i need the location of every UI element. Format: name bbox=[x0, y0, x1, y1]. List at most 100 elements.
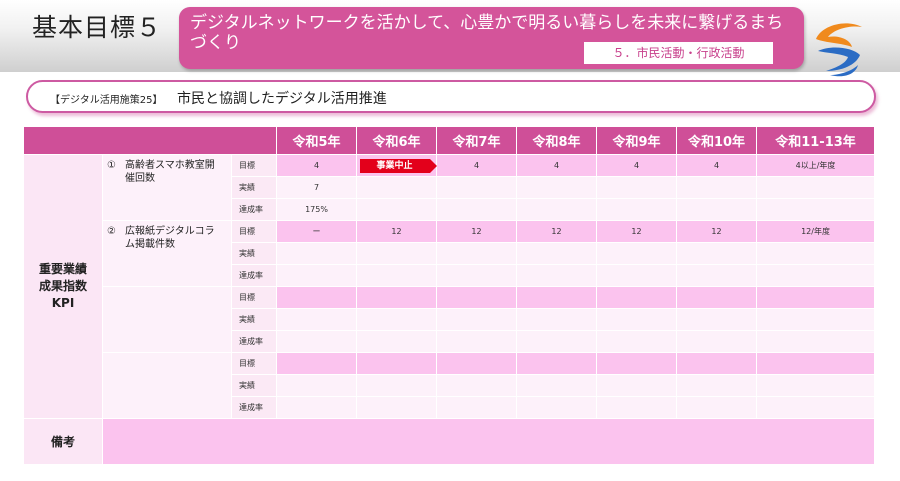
year-header: 令和5年 bbox=[277, 127, 358, 155]
cell bbox=[357, 177, 438, 199]
cell bbox=[597, 375, 678, 397]
cell bbox=[757, 397, 876, 419]
cell bbox=[517, 199, 598, 221]
cell bbox=[677, 375, 758, 397]
cell bbox=[757, 309, 876, 331]
kpi-item-3 bbox=[103, 287, 232, 353]
cell bbox=[357, 199, 438, 221]
remarks-row: 備考 bbox=[24, 419, 876, 465]
cell bbox=[517, 375, 598, 397]
cell bbox=[277, 287, 358, 309]
cell bbox=[517, 287, 598, 309]
goal-label: 基本目標５ bbox=[32, 13, 163, 42]
cell bbox=[437, 199, 518, 221]
cell bbox=[437, 309, 518, 331]
cell bbox=[597, 397, 678, 419]
cell bbox=[517, 243, 598, 265]
measure-bar: 【デジタル活用施策25】 市民と協調したデジタル活用推進 bbox=[26, 80, 876, 113]
cell bbox=[757, 331, 876, 353]
cell bbox=[757, 265, 876, 287]
table-row: ② 広報紙デジタルコラム掲載件数 目標 ー 12 12 12 12 12 12/年… bbox=[24, 221, 876, 287]
cell bbox=[437, 265, 518, 287]
row-label-rate: 達成率 bbox=[232, 265, 278, 287]
cell bbox=[357, 287, 438, 309]
cell bbox=[517, 331, 598, 353]
cell bbox=[677, 397, 758, 419]
row-label-target: 目標 bbox=[232, 221, 278, 243]
cell bbox=[677, 309, 758, 331]
cell: 4 bbox=[597, 155, 678, 177]
year-header: 令和10年 bbox=[677, 127, 758, 155]
cell: 4 bbox=[517, 155, 598, 177]
cell bbox=[437, 287, 518, 309]
cell bbox=[597, 331, 678, 353]
cell bbox=[757, 375, 876, 397]
cell: 12 bbox=[357, 221, 438, 243]
measure-title: 市民と協調したデジタル活用推進 bbox=[177, 91, 387, 107]
cell bbox=[277, 397, 358, 419]
cell bbox=[517, 353, 598, 375]
row-label-actual: 実績 bbox=[232, 177, 278, 199]
goal-banner: デジタルネットワークを活かして、心豊かで明るい暮らしを未来に繋げるまちづくり ５… bbox=[179, 7, 804, 69]
cell: 4以上/年度 bbox=[757, 155, 876, 177]
remarks-content bbox=[103, 419, 876, 465]
cell bbox=[357, 331, 438, 353]
kpi-label: 重要業績 成果指数 KPI bbox=[24, 155, 103, 419]
year-header: 令和9年 bbox=[597, 127, 678, 155]
cell bbox=[517, 309, 598, 331]
cell bbox=[597, 265, 678, 287]
cell bbox=[277, 309, 358, 331]
cell: 事業中止 bbox=[357, 155, 438, 177]
year-header: 令和7年 bbox=[437, 127, 518, 155]
cell bbox=[757, 243, 876, 265]
row-label-rate: 達成率 bbox=[232, 397, 278, 419]
cell bbox=[357, 375, 438, 397]
cell: 4 bbox=[677, 155, 758, 177]
cell bbox=[757, 177, 876, 199]
cell: 12 bbox=[677, 221, 758, 243]
cell bbox=[357, 397, 438, 419]
city-logo-icon bbox=[816, 23, 862, 77]
cell bbox=[517, 265, 598, 287]
cell bbox=[597, 199, 678, 221]
cell bbox=[277, 353, 358, 375]
cell bbox=[357, 309, 438, 331]
year-header: 令和11-13年 bbox=[757, 127, 876, 155]
row-label-target: 目標 bbox=[232, 353, 278, 375]
remarks-label: 備考 bbox=[24, 419, 103, 465]
year-header: 令和6年 bbox=[357, 127, 438, 155]
cell: 4 bbox=[277, 155, 358, 177]
cell bbox=[597, 177, 678, 199]
table-row: 目標 bbox=[24, 353, 876, 419]
cell bbox=[277, 265, 358, 287]
cell bbox=[677, 265, 758, 287]
cell bbox=[277, 331, 358, 353]
row-label-target: 目標 bbox=[232, 155, 278, 177]
kpi-item-2: ② 広報紙デジタルコラム掲載件数 bbox=[103, 221, 232, 287]
cell bbox=[437, 375, 518, 397]
status-badge: 事業中止 bbox=[359, 158, 437, 173]
cell bbox=[757, 199, 876, 221]
cell bbox=[757, 353, 876, 375]
year-header-row: 令和5年 令和6年 令和7年 令和8年 令和9年 令和10年 令和11-13年 bbox=[24, 127, 876, 155]
cell bbox=[517, 177, 598, 199]
cell bbox=[677, 331, 758, 353]
row-label-rate: 達成率 bbox=[232, 331, 278, 353]
cell bbox=[437, 397, 518, 419]
cell bbox=[677, 243, 758, 265]
cell bbox=[677, 287, 758, 309]
year-header: 令和8年 bbox=[517, 127, 598, 155]
cell bbox=[437, 353, 518, 375]
cell bbox=[277, 375, 358, 397]
cell bbox=[277, 243, 358, 265]
cell bbox=[677, 199, 758, 221]
cell: 175% bbox=[277, 199, 358, 221]
cell: 4 bbox=[437, 155, 518, 177]
header-blank bbox=[24, 127, 278, 155]
cell bbox=[597, 309, 678, 331]
cell: 12 bbox=[517, 221, 598, 243]
cell bbox=[357, 265, 438, 287]
table-row: 重要業績 成果指数 KPI ① 高齢者スマホ教室開催回数 目標 4 事業中止 4 4 … bbox=[24, 155, 876, 419]
cell bbox=[437, 243, 518, 265]
cell bbox=[437, 177, 518, 199]
